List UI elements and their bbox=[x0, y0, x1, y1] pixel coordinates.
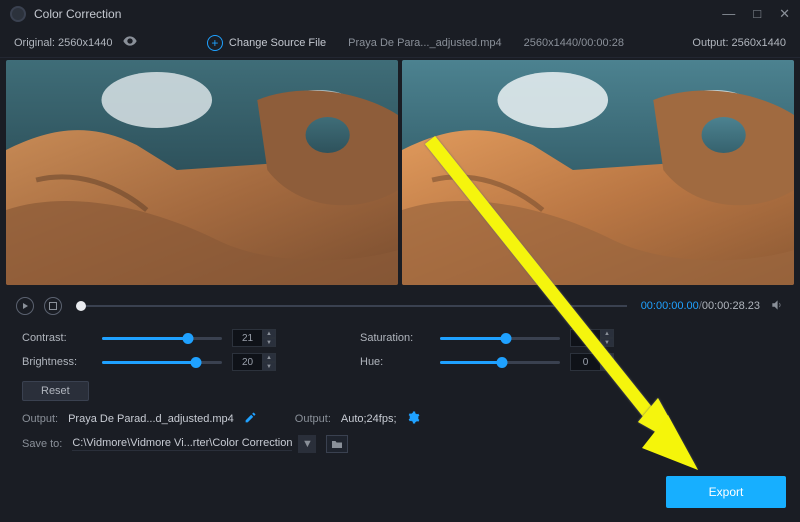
play-button[interactable] bbox=[16, 297, 34, 315]
edit-name-icon[interactable] bbox=[244, 411, 257, 427]
save-to-label: Save to: bbox=[22, 438, 62, 450]
export-button[interactable]: Export bbox=[666, 476, 786, 508]
save-to-path: C:\Vidmore\Vidmore Vi...rter\Color Corre… bbox=[72, 437, 292, 451]
original-preview bbox=[6, 60, 398, 285]
hue-value: 0 bbox=[570, 353, 600, 371]
contrast-step-up[interactable]: ▲ bbox=[262, 329, 276, 338]
output-format-value: Auto;24fps; bbox=[341, 413, 397, 425]
output-name-label: Output: bbox=[22, 413, 58, 425]
stop-button[interactable] bbox=[44, 297, 62, 315]
contrast-value: 21 bbox=[232, 329, 262, 347]
saturation-label: Saturation: bbox=[360, 332, 430, 344]
hue-step-down[interactable]: ▼ bbox=[600, 362, 614, 371]
file-name: Praya De Para..._adjusted.mp4 bbox=[348, 37, 501, 49]
output-name-row: Output: Praya De Parad...d_adjusted.mp4 … bbox=[0, 405, 800, 427]
current-time: 00:00:00.00 bbox=[641, 300, 699, 312]
file-meta: 2560x1440/00:00:28 bbox=[524, 37, 624, 49]
slider-panel: Contrast: 21 ▲▼ Saturation: 1 ▲▼ Brightn… bbox=[0, 321, 800, 405]
saturation-value: 1 bbox=[570, 329, 600, 347]
titlebar: Color Correction — □ ✕ bbox=[0, 0, 800, 28]
add-icon[interactable]: + bbox=[207, 35, 223, 51]
timeline-handle[interactable] bbox=[76, 301, 86, 311]
app-icon bbox=[10, 6, 26, 22]
brightness-value-box[interactable]: 20 ▲▼ bbox=[232, 353, 280, 371]
window-controls: — □ ✕ bbox=[722, 6, 790, 22]
time-display: 00:00:00.00/00:00:28.23 bbox=[641, 300, 760, 312]
save-to-row: Save to: C:\Vidmore\Vidmore Vi...rter\Co… bbox=[0, 427, 800, 453]
adjusted-preview bbox=[402, 60, 794, 285]
close-button[interactable]: ✕ bbox=[779, 6, 790, 22]
hue-step-up[interactable]: ▲ bbox=[600, 353, 614, 362]
total-time: 00:00:28.23 bbox=[702, 300, 760, 312]
timeline-slider[interactable] bbox=[76, 305, 627, 307]
saturation-step-up[interactable]: ▲ bbox=[600, 329, 614, 338]
hue-value-box[interactable]: 0 ▲▼ bbox=[570, 353, 618, 371]
contrast-step-down[interactable]: ▼ bbox=[262, 338, 276, 347]
contrast-slider[interactable] bbox=[102, 337, 222, 340]
volume-icon[interactable] bbox=[770, 298, 784, 315]
brightness-value: 20 bbox=[232, 353, 262, 371]
brightness-step-down[interactable]: ▼ bbox=[262, 362, 276, 371]
saturation-slider[interactable] bbox=[440, 337, 560, 340]
header-bar: Original: 2560x1440 + Change Source File… bbox=[0, 28, 800, 58]
output-format-label: Output: bbox=[295, 413, 331, 425]
app-title: Color Correction bbox=[34, 7, 121, 21]
contrast-label: Contrast: bbox=[22, 332, 92, 344]
saturation-step-down[interactable]: ▼ bbox=[600, 338, 614, 347]
brightness-step-up[interactable]: ▲ bbox=[262, 353, 276, 362]
hue-label: Hue: bbox=[360, 356, 430, 368]
preview-row bbox=[0, 58, 800, 287]
output-name-value: Praya De Parad...d_adjusted.mp4 bbox=[68, 413, 234, 425]
playback-bar: 00:00:00.00/00:00:28.23 bbox=[0, 291, 800, 321]
save-to-dropdown[interactable]: ▼ bbox=[298, 435, 316, 453]
export-label: Export bbox=[709, 485, 744, 499]
maximize-button[interactable]: □ bbox=[753, 6, 761, 22]
saturation-value-box[interactable]: 1 ▲▼ bbox=[570, 329, 618, 347]
hue-slider[interactable] bbox=[440, 361, 560, 364]
brightness-slider[interactable] bbox=[102, 361, 222, 364]
original-resolution-label: Original: 2560x1440 bbox=[14, 37, 112, 49]
brightness-label: Brightness: bbox=[22, 356, 92, 368]
contrast-value-box[interactable]: 21 ▲▼ bbox=[232, 329, 280, 347]
minimize-button[interactable]: — bbox=[722, 6, 735, 22]
output-settings-icon[interactable] bbox=[407, 411, 420, 427]
output-resolution-label: Output: 2560x1440 bbox=[692, 37, 786, 49]
reset-button[interactable]: Reset bbox=[22, 381, 89, 401]
open-folder-button[interactable] bbox=[326, 435, 348, 453]
preview-toggle-icon[interactable] bbox=[122, 33, 138, 52]
change-source-button[interactable]: Change Source File bbox=[229, 37, 326, 49]
